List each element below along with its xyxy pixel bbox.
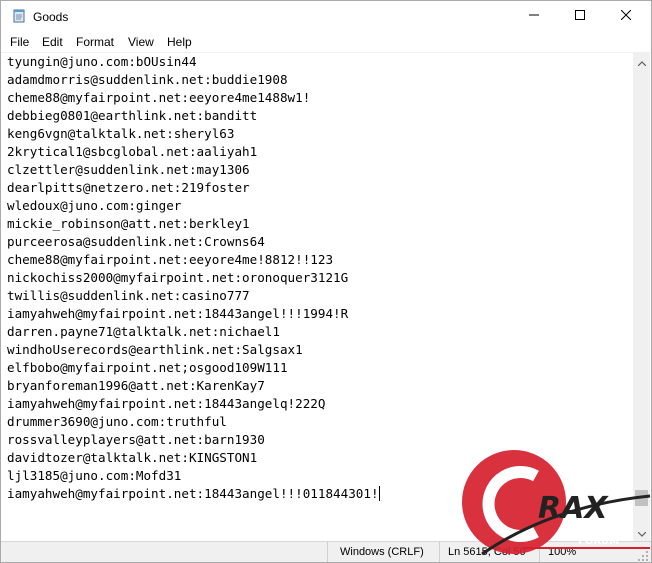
text-line: davidtozer@talktalk.net:KINGSTON1 — [7, 450, 258, 465]
text-line: 2krytical1@sbcglobal.net:aaliyah1 — [7, 144, 258, 159]
vertical-scrollbar[interactable] — [633, 53, 650, 541]
notepad-window: Goods File Edit Format View Help tyungin… — [0, 0, 652, 563]
text-line: debbieg0801@earthlink.net:banditt — [7, 108, 258, 123]
text-editor[interactable]: tyungin@juno.com:bOUsin44 adamdmorris@su… — [1, 53, 633, 541]
status-bar: Windows (CRLF) Ln 5615, Col 50 100% — [1, 541, 651, 562]
minimize-icon — [529, 7, 539, 25]
menu-view[interactable]: View — [127, 34, 155, 50]
text-line: wledoux@juno.com:ginger — [7, 198, 182, 213]
text-line: elfbobo@myfairpoint.net;osgood109W111 — [7, 360, 288, 375]
menu-bar: File Edit Format View Help — [1, 32, 651, 53]
notepad-icon — [12, 9, 26, 23]
text-line: darren.payne71@talktalk.net:nichael1 — [7, 324, 280, 339]
resize-grip-icon[interactable] — [637, 549, 649, 561]
menu-format[interactable]: Format — [75, 34, 115, 50]
text-line: tyungin@juno.com:bOUsin44 — [7, 54, 197, 69]
scroll-down-button[interactable] — [633, 524, 650, 541]
text-line: purceerosa@suddenlink.net:Crowns64 — [7, 234, 265, 249]
scrollbar-thumb[interactable] — [635, 490, 648, 506]
text-line: bryanforeman1996@att.net:KarenKay7 — [7, 378, 265, 393]
chevron-up-icon — [637, 53, 646, 71]
chevron-down-icon — [637, 524, 646, 542]
scroll-up-button[interactable] — [633, 53, 650, 70]
text-line: twillis@suddenlink.net:casino777 — [7, 288, 250, 303]
window-title: Goods — [33, 10, 69, 24]
text-line: windhoUserecords@earthlink.net:Salgsax1 — [7, 342, 303, 357]
title-bar[interactable]: Goods — [1, 1, 651, 32]
text-line: keng6vgn@talktalk.net:sheryl63 — [7, 126, 235, 141]
text-line: rossvalleyplayers@att.net:barn1930 — [7, 432, 265, 447]
text-line: adamdmorris@suddenlink.net:buddie1908 — [7, 72, 288, 87]
menu-file[interactable]: File — [9, 34, 30, 50]
text-line: dearlpitts@netzero.net:219foster — [7, 180, 250, 195]
maximize-icon — [575, 7, 585, 25]
text-line-current: iamyahweh@myfairpoint.net:18443angel!!!0… — [7, 485, 380, 503]
status-zoom: 100% — [539, 542, 651, 562]
text-line: cheme88@myfairpoint.net:eeyore4me1488w1! — [7, 90, 311, 105]
text-line: clzettler@suddenlink.net:may1306 — [7, 162, 250, 177]
maximize-button[interactable] — [557, 1, 603, 31]
text-line: cheme88@myfairpoint.net:eeyore4me!8812!!… — [7, 252, 334, 267]
menu-edit[interactable]: Edit — [41, 34, 64, 50]
text-line: ljl3185@juno.com:Mofd31 — [7, 468, 182, 483]
text-line: mickie_robinson@att.net:berkley1 — [7, 216, 250, 231]
text-line: drummer3690@juno.com:truthful — [7, 414, 227, 429]
close-icon — [620, 7, 632, 25]
menu-help[interactable]: Help — [166, 34, 193, 50]
text-line-content: iamyahweh@myfairpoint.net:18443angel!!!0… — [7, 486, 379, 501]
close-button[interactable] — [603, 1, 649, 31]
text-caret — [378, 486, 380, 501]
text-line: nickochiss2000@myfairpoint.net:oronoquer… — [7, 270, 349, 285]
status-encoding: Windows (CRLF) — [327, 542, 431, 562]
text-line: iamyahweh@myfairpoint.net:18443angelq!22… — [7, 396, 326, 411]
minimize-button[interactable] — [511, 1, 557, 31]
status-position: Ln 5615, Col 50 — [439, 542, 535, 562]
text-line: iamyahweh@myfairpoint.net:18443angel!!!1… — [7, 306, 349, 321]
